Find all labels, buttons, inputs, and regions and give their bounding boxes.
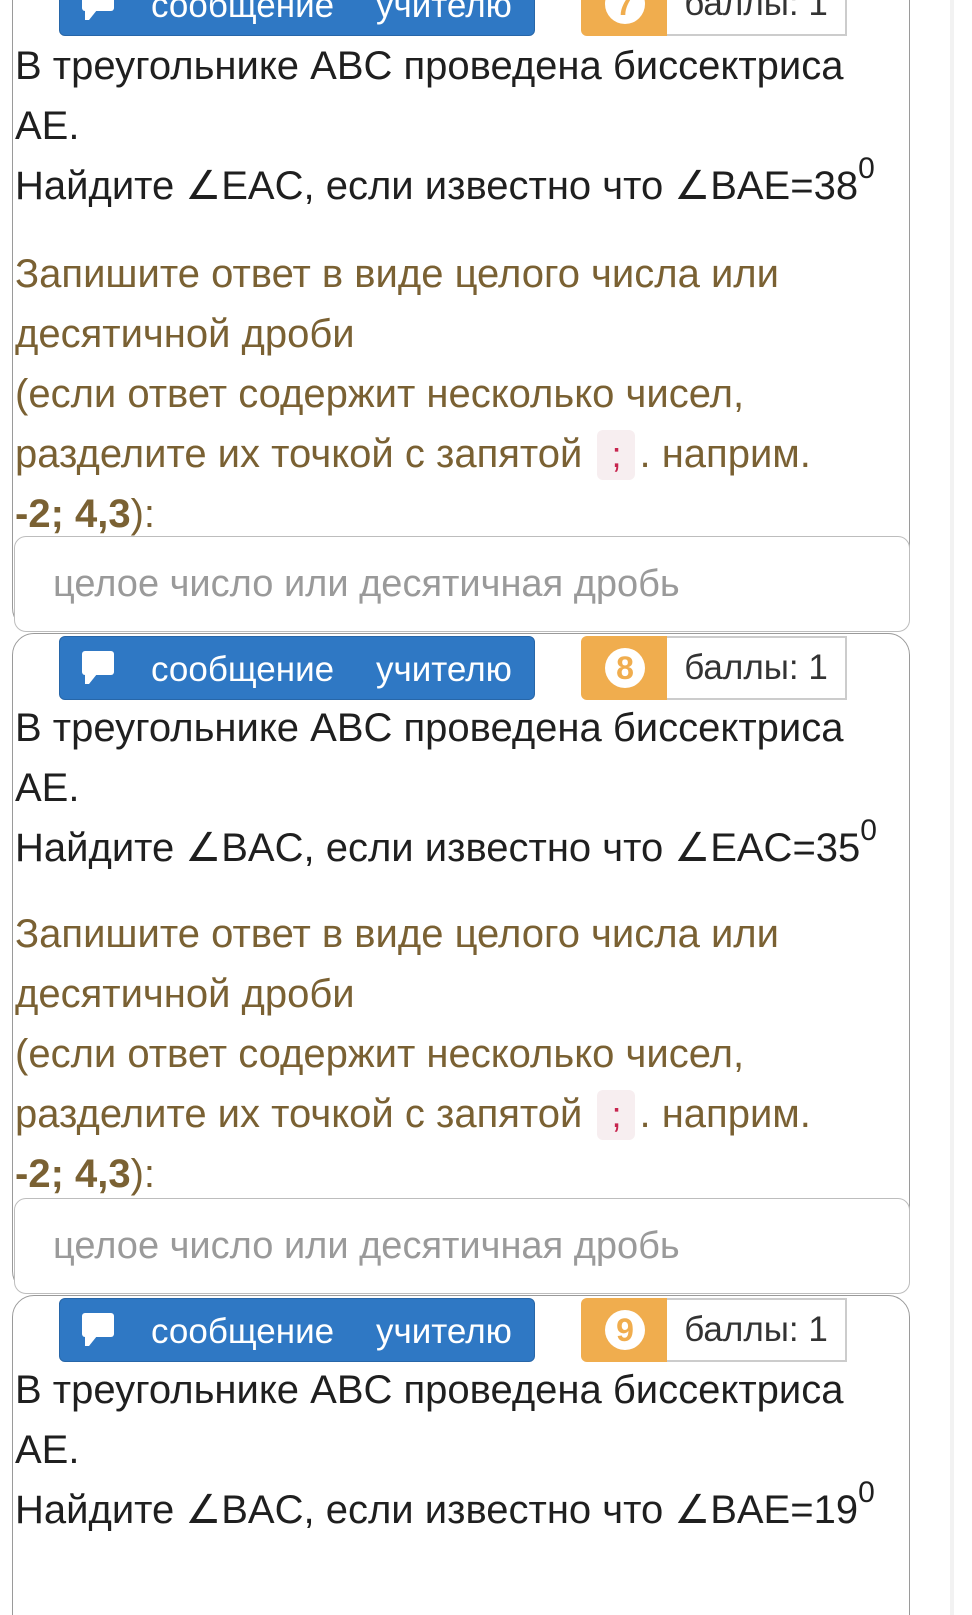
separator-code: ; [597, 430, 636, 480]
task-number: 9 [605, 1310, 645, 1350]
instruction-line: Запишите ответ в виде целого числа или [15, 912, 779, 956]
instruction-text: . наприм. [639, 432, 811, 476]
message-button-label-word1: сообщение [151, 650, 335, 689]
instruction-text: разделите их точкой с запятой [15, 1092, 583, 1136]
instruction-line: десятичной дроби [15, 972, 355, 1016]
speech-bubble-icon [82, 651, 114, 684]
question-line: AE. [15, 766, 80, 810]
instruction-line: (если ответ содержит несколько чисел, [15, 1032, 745, 1076]
question-find-text: Найдите ∠BAC, если известно что ∠EAC=35 [15, 826, 861, 870]
question-line: В треугольнике ABC проведена биссектриса [15, 706, 844, 750]
task-number-badge: 9 [581, 1298, 667, 1362]
instruction-line: -2; 4,3): [15, 484, 915, 544]
question-find: Найдите ∠EAC, если известно что ∠BAE=380 [15, 154, 915, 216]
instruction-line: Запишите ответ в виде целого числа или [15, 252, 779, 296]
question-find-text: Найдите ∠BAC, если известно что ∠BAE=19 [15, 1488, 859, 1532]
instruction-line: десятичной дроби [15, 312, 355, 356]
degree-superscript: 0 [858, 1476, 875, 1509]
task-number: 8 [605, 648, 645, 688]
question-line: AE. [15, 104, 80, 148]
instruction-text: . наприм. [639, 1092, 811, 1136]
instruction-text: ): [130, 1152, 156, 1196]
instruction-line: -2; 4,3): [15, 1144, 915, 1204]
message-button-label-word1: сообщение [151, 1312, 335, 1351]
instruction-line: разделите их точкой с запятой ;. наприм. [15, 424, 915, 484]
answer-input[interactable] [14, 1198, 910, 1294]
score-box: баллы: 1 [667, 636, 847, 700]
answer-instruction: Запишите ответ в виде целого числа или д… [15, 244, 915, 544]
instruction-text: разделите их точкой с запятой [15, 432, 583, 476]
degree-superscript: 0 [858, 152, 875, 185]
speech-bubble-icon [82, 0, 114, 20]
question-text: В треугольнике ABC проведена биссектриса… [15, 698, 915, 878]
example-value: -2; 4,3 [15, 492, 131, 536]
task-number-badge: 7 [581, 0, 667, 36]
instruction-line: разделите их точкой с запятой ;. наприм. [15, 1084, 915, 1144]
score-box: баллы: 1 [667, 0, 847, 36]
task-number: 7 [605, 0, 645, 24]
message-button-label-word2: учителю [376, 650, 512, 689]
answer-instruction: Запишите ответ в виде целого числа или д… [15, 904, 915, 1204]
question-text: В треугольнике ABC проведена биссектриса… [15, 1360, 915, 1540]
task-number-badge: 8 [581, 636, 667, 700]
separator-code: ; [597, 1090, 636, 1140]
message-button-label-word2: учителю [376, 0, 512, 25]
question-line: В треугольнике ABC проведена биссектриса [15, 44, 844, 88]
instruction-line: (если ответ содержит несколько чисел, [15, 372, 745, 416]
question-line: В треугольнике ABC проведена биссектриса [15, 1368, 844, 1412]
question-find-text: Найдите ∠EAC, если известно что ∠BAE=38 [15, 164, 859, 208]
message-teacher-button[interactable]: сообщение учителю [59, 1298, 535, 1362]
message-teacher-button[interactable]: сообщение учителю [59, 0, 535, 36]
question-find: Найдите ∠BAC, если известно что ∠EAC=350 [15, 816, 915, 878]
speech-bubble-icon [82, 1313, 114, 1346]
degree-superscript: 0 [860, 814, 877, 847]
question-line: AE. [15, 1428, 80, 1472]
message-button-label-word1: сообщение [151, 0, 335, 25]
quiz-page: сообщение учителю 7 баллы: 1 В треугольн… [0, 0, 972, 1615]
question-find: Найдите ∠BAC, если известно что ∠BAE=190 [15, 1478, 915, 1540]
instruction-text: ): [130, 492, 156, 536]
message-teacher-button[interactable]: сообщение учителю [59, 636, 535, 700]
example-value: -2; 4,3 [15, 1152, 131, 1196]
score-box: баллы: 1 [667, 1298, 847, 1362]
page-scroll-edge [950, 0, 954, 1615]
answer-input[interactable] [14, 536, 910, 632]
question-text: В треугольнике ABC проведена биссектриса… [15, 36, 915, 216]
message-button-label-word2: учителю [376, 1312, 512, 1351]
